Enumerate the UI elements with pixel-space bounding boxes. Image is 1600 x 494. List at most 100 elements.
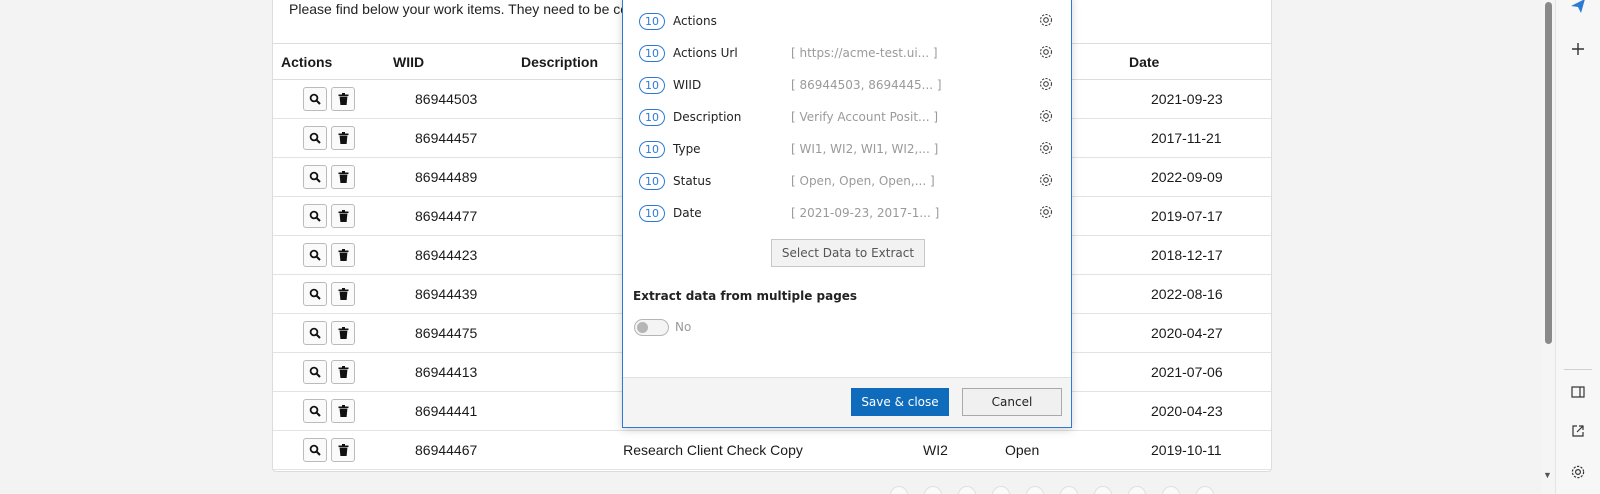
multi-pages-toggle[interactable] <box>634 319 669 336</box>
trash-icon <box>338 171 348 183</box>
page-dot[interactable] <box>1026 486 1044 494</box>
delete-button[interactable] <box>331 438 355 462</box>
delete-button[interactable] <box>331 243 355 267</box>
page-dot[interactable] <box>992 486 1010 494</box>
page-dot[interactable] <box>924 486 942 494</box>
multi-pages-title: Extract data from multiple pages <box>633 289 858 303</box>
field-settings-gear-icon[interactable] <box>1038 12 1054 31</box>
select-data-button[interactable]: Select Data to Extract <box>771 239 925 267</box>
column-header-actions: Actions <box>273 43 385 80</box>
field-count-badge: 10 <box>639 12 665 30</box>
field-preview: [ WI1, WI2, WI1, WI2,... ] <box>791 142 939 156</box>
field-count-badge: 10 <box>639 108 665 126</box>
split-view-icon[interactable] <box>1568 382 1588 402</box>
save-close-button[interactable]: Save & close <box>851 388 949 416</box>
view-button[interactable] <box>303 165 327 189</box>
view-button[interactable] <box>303 321 327 345</box>
delete-button[interactable] <box>331 204 355 228</box>
row-actions <box>273 157 385 197</box>
multi-pages-toggle-label: No <box>675 320 692 334</box>
page-dot[interactable] <box>1060 486 1078 494</box>
extracted-field-row: 10 Actions <box>639 5 1059 37</box>
extracted-field-row: 10 Type [ WI1, WI2, WI1, WI2,... ] <box>639 133 1059 165</box>
gear-icon[interactable] <box>1568 462 1588 482</box>
cell-wiid: 86944503 <box>385 79 513 119</box>
trash-icon <box>338 249 348 261</box>
view-button[interactable] <box>303 243 327 267</box>
cell-wiid: 86944475 <box>385 313 513 353</box>
field-settings-gear-icon[interactable] <box>1038 76 1054 95</box>
delete-button[interactable] <box>331 126 355 150</box>
cell-date: 2017-11-21 <box>1121 118 1271 158</box>
field-preview: [ https://acme-test.ui... ] <box>791 46 938 60</box>
pagination-dots <box>890 486 1214 494</box>
table-row: 86944467 Research Client Check Copy WI2 Ope… <box>273 430 1271 470</box>
field-settings-gear-icon[interactable] <box>1038 172 1054 191</box>
send-icon[interactable] <box>1568 0 1588 16</box>
trash-icon <box>338 327 348 339</box>
field-name: Type <box>673 142 701 156</box>
cell-date: 2019-07-17 <box>1121 196 1271 236</box>
view-button[interactable] <box>303 360 327 384</box>
trash-icon <box>338 366 348 378</box>
cell-date: 2021-07-06 <box>1121 352 1271 392</box>
view-button[interactable] <box>303 126 327 150</box>
extracted-field-row: 10 WIID [ 86944503, 8694445... ] <box>639 69 1059 101</box>
field-preview: [ 86944503, 8694445... ] <box>791 78 942 92</box>
delete-button[interactable] <box>331 87 355 111</box>
field-settings-gear-icon[interactable] <box>1038 140 1054 159</box>
field-name: Actions <box>673 14 717 28</box>
search-icon <box>309 405 321 417</box>
trash-icon <box>338 444 348 456</box>
field-count-badge: 10 <box>639 172 665 190</box>
view-button[interactable] <box>303 399 327 423</box>
cell-type: WI2 <box>913 430 1005 470</box>
extracted-field-row: 10 Actions Url [ https://acme-test.ui... ] <box>639 37 1059 69</box>
vertical-scrollbar[interactable]: ▼ <box>1541 0 1555 494</box>
field-settings-gear-icon[interactable] <box>1038 204 1054 223</box>
column-header-date: Date <box>1121 43 1271 80</box>
cell-date: 2020-04-23 <box>1121 391 1271 431</box>
trash-icon <box>338 288 348 300</box>
row-actions <box>273 196 385 236</box>
field-settings-gear-icon[interactable] <box>1038 44 1054 63</box>
cell-date: 2018-12-17 <box>1121 235 1271 275</box>
page-dot[interactable] <box>1196 486 1214 494</box>
page-dot[interactable] <box>1094 486 1112 494</box>
search-icon <box>309 444 321 456</box>
cancel-button[interactable]: Cancel <box>962 388 1062 416</box>
extract-data-dialog: 10 Actions 10 Actions Url [ https://acme-tes… <box>622 0 1072 428</box>
delete-button[interactable] <box>331 282 355 306</box>
page-dot[interactable] <box>958 486 976 494</box>
view-button[interactable] <box>303 87 327 111</box>
cell-date: 2022-08-16 <box>1121 274 1271 314</box>
delete-button[interactable] <box>331 399 355 423</box>
cell-date: 2021-09-23 <box>1121 79 1271 119</box>
field-count-badge: 10 <box>639 44 665 62</box>
dialog-footer: Save & close Cancel <box>623 377 1071 427</box>
delete-button[interactable] <box>331 321 355 345</box>
scrollbar-thumb[interactable] <box>1545 2 1552 344</box>
scroll-down-arrow-icon[interactable]: ▼ <box>1543 470 1552 480</box>
page-dot[interactable] <box>1128 486 1146 494</box>
view-button[interactable] <box>303 438 327 462</box>
cell-wiid: 86944489 <box>385 157 513 197</box>
page-dot[interactable] <box>1162 486 1180 494</box>
plus-icon[interactable] <box>1568 39 1588 59</box>
field-count-badge: 10 <box>639 204 665 222</box>
field-preview: [ Verify Account Posit... ] <box>791 110 938 124</box>
delete-button[interactable] <box>331 360 355 384</box>
cell-wiid: 86944467 <box>385 430 513 470</box>
field-settings-gear-icon[interactable] <box>1038 108 1054 127</box>
open-external-icon[interactable] <box>1568 421 1588 441</box>
cell-wiid: 86944413 <box>385 352 513 392</box>
row-actions <box>273 352 385 392</box>
cell-status: Open <box>1005 430 1121 470</box>
cell-wiid: 86944477 <box>385 196 513 236</box>
trash-icon <box>338 132 348 144</box>
view-button[interactable] <box>303 282 327 306</box>
delete-button[interactable] <box>331 165 355 189</box>
view-button[interactable] <box>303 204 327 228</box>
page-dot[interactable] <box>890 486 908 494</box>
search-icon <box>309 288 321 300</box>
